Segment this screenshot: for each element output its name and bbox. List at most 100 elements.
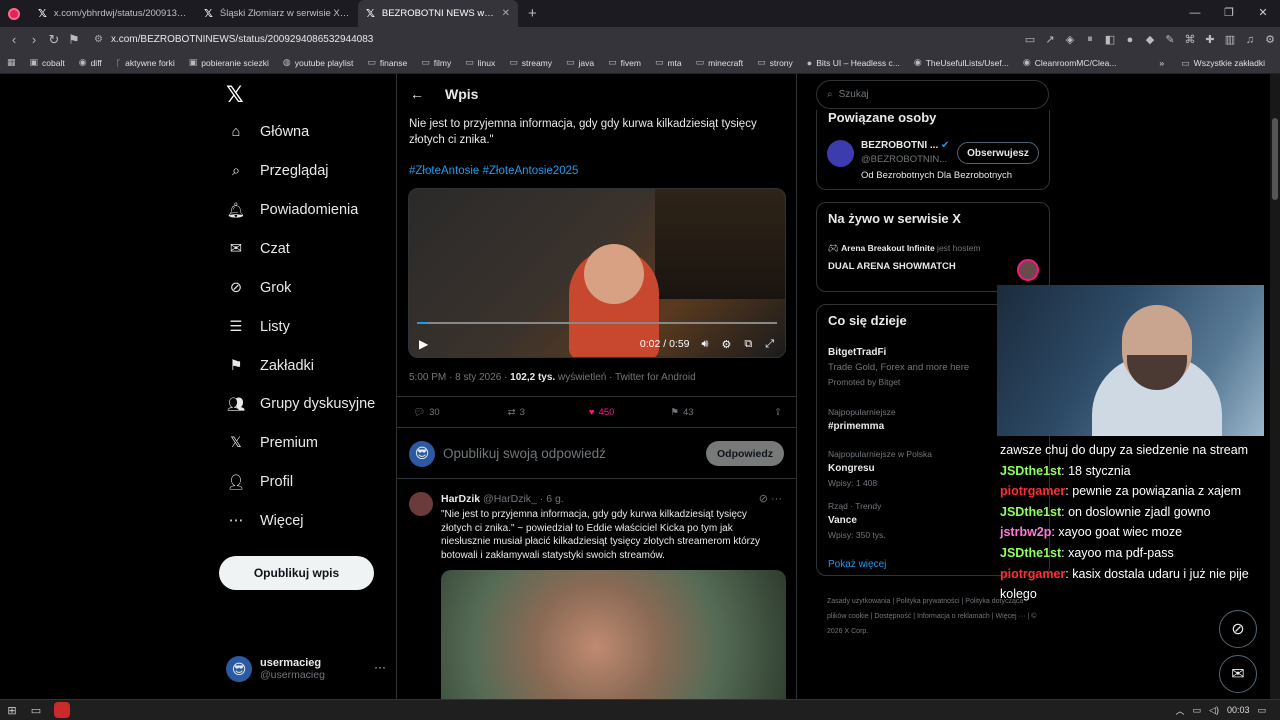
tab-active[interactable]: 𝕏 BEZROBOTNI NEWS w serwisie X ✕	[358, 0, 518, 27]
bookmark-folder[interactable]: ▭ filmy	[414, 57, 458, 68]
video-progress-bar[interactable]	[417, 322, 777, 324]
extension-icon[interactable]: ●	[1124, 34, 1136, 46]
settings-icon[interactable]: ⚙	[721, 338, 731, 351]
extension-icon[interactable]: ◧	[1104, 33, 1116, 46]
new-tab-button[interactable]: +	[528, 5, 537, 22]
network-icon[interactable]: ▭	[1193, 705, 1202, 716]
nav-item-2[interactable]: ⌕ Przeglądaj	[226, 161, 329, 181]
scrollbar-thumb[interactable]	[1272, 118, 1278, 200]
back-icon[interactable]: ‹	[4, 32, 24, 47]
nav-item-7[interactable]: ⚑ Zakładki	[226, 356, 315, 376]
promoted-trend[interactable]: BitgetTradFi Trade Gold, Forex and more …	[828, 347, 969, 387]
avatar[interactable]	[827, 140, 854, 167]
file-explorer-icon[interactable]: ▭	[24, 704, 48, 717]
reload-icon[interactable]: ↻	[44, 32, 64, 48]
reply-button[interactable]: Odpowiedz	[706, 441, 784, 466]
nav-item-10[interactable]: 👤︎ Profil	[226, 472, 293, 492]
bookmark-folder[interactable]: ▭ finanse	[360, 57, 414, 68]
nav-item-4[interactable]: ✉ Czat	[226, 239, 290, 259]
more-icon[interactable]: ···	[374, 660, 386, 674]
bookmark-folder[interactable]: ▭ streamy	[502, 57, 559, 68]
x-logo-icon[interactable]: 𝕏	[226, 82, 244, 108]
browser-taskbar-icon[interactable]	[54, 702, 70, 718]
reply-author[interactable]: HarDzik	[441, 493, 480, 505]
bookmark-item[interactable]: ᚴ aktywne forki	[109, 58, 182, 68]
avatar[interactable]	[409, 492, 433, 516]
footer-link[interactable]: Więcej ···	[996, 613, 1026, 620]
footer-link[interactable]: Dostępność	[874, 613, 911, 620]
minimize-icon[interactable]: —	[1178, 0, 1212, 27]
notification-icon[interactable]: ▭	[1257, 705, 1266, 716]
bookmark-item[interactable]: ◉ CleanroomMC/Clea...	[1016, 57, 1124, 68]
nav-item-11[interactable]: ⋯ Więcej	[226, 511, 304, 531]
repost-action[interactable]: ⇄ 3	[508, 407, 525, 418]
page-scrollbar[interactable]	[1270, 74, 1280, 699]
more-icon[interactable]: ···	[771, 493, 782, 505]
bookmark-folder[interactable]: ▭ mta	[648, 57, 689, 68]
footer-link[interactable]: Zasady użytkowania	[827, 598, 890, 605]
extension-icon[interactable]: ⚙	[1264, 33, 1276, 46]
tray-chevron-icon[interactable]: ︿	[1176, 704, 1185, 717]
messages-fab[interactable]: ✉	[1219, 655, 1257, 693]
sidebar-icon[interactable]: ▥	[1224, 33, 1236, 46]
bookmark-item[interactable]: ▣ cobalt	[23, 57, 72, 68]
restore-icon[interactable]: ❐	[1212, 0, 1246, 27]
trend-item[interactable]: Najpopularniejsze #primemma	[828, 407, 896, 432]
nav-item-5[interactable]: ⊘ Grok	[226, 278, 292, 298]
tab-1[interactable]: 𝕏 x.com/ybhrdwj/status/2009132572750	[30, 0, 196, 27]
search-input[interactable]: ⌕ Szukaj	[816, 80, 1049, 109]
nav-item-3[interactable]: 🔔︎ Powiadomienia	[226, 200, 359, 220]
share-icon[interactable]: ↗	[1044, 33, 1056, 46]
footer-link[interactable]: Informacja o reklamach	[917, 613, 990, 620]
nav-item-6[interactable]: ☰ Listy	[226, 317, 290, 337]
live-host[interactable]: 🎮︎ Arena Breakout Infinite jest hostem	[828, 243, 981, 254]
bookmark-folder[interactable]: ▭ fivem	[601, 57, 648, 68]
bookmark-item[interactable]: ▣ pobieranie sciezki	[182, 57, 276, 68]
close-tab-icon[interactable]: ✕	[502, 8, 510, 19]
follow-button[interactable]: Obserwujesz	[957, 142, 1039, 164]
volume-icon[interactable]: 🔊︎	[702, 338, 709, 351]
nav-item-9[interactable]: 𝕏 Premium	[226, 433, 318, 453]
site-info-icon[interactable]: ⚙	[94, 34, 103, 45]
clock[interactable]: 00:03	[1227, 705, 1250, 715]
trend-item[interactable]: Rząd · Trendy Vance Wpisy: 350 tys.	[828, 501, 886, 540]
music-icon[interactable]: ♫	[1244, 34, 1256, 46]
close-window-icon[interactable]: ✕	[1246, 0, 1280, 27]
hashtags-link[interactable]: #ZłoteAntosie #ZłoteAntosie2025	[409, 165, 578, 177]
extension-icon[interactable]: ◆	[1144, 33, 1156, 46]
live-title[interactable]: DUAL ARENA SHOWMATCH	[828, 261, 956, 272]
bookmark-folder[interactable]: ▭ linux	[458, 57, 502, 68]
url-field[interactable]: ⚙ x.com/BEZROBOTNINEWS/status/2009294086…	[94, 30, 994, 49]
pause-icon[interactable]: ⏸	[1084, 33, 1096, 46]
windows-start-icon[interactable]: ⊞	[0, 704, 24, 717]
play-icon[interactable]: ▶	[419, 337, 428, 351]
bookmark-folder[interactable]: ▭ java	[559, 57, 601, 68]
forward-icon[interactable]: ›	[24, 32, 44, 47]
extension-icon[interactable]: ✎	[1164, 33, 1176, 46]
like-action[interactable]: ♥ 450	[589, 407, 615, 418]
bookmark-item[interactable]: ◉ diff	[72, 57, 109, 68]
bookmark-item[interactable]: ◍ youtube playlist	[276, 57, 360, 68]
footer-link[interactable]: Polityka prywatności	[896, 598, 959, 605]
reader-icon[interactable]: ▭	[1024, 33, 1036, 46]
trend-item[interactable]: Najpopularniejsze w Polska Kongresu Wpis…	[828, 449, 932, 488]
reply-action[interactable]: 💬︎ 30	[413, 407, 440, 418]
puzzle-icon[interactable]: ✚	[1204, 33, 1216, 46]
shield-icon[interactable]: ◈	[1064, 33, 1076, 46]
post-button[interactable]: Opublikuj wpis	[219, 556, 374, 590]
bookmark-folder[interactable]: ▭ strony	[750, 57, 800, 68]
picture-in-picture-icon[interactable]: ⧉	[744, 338, 752, 351]
nav-item-8[interactable]: 👥︎ Grupy dyskusyjne	[226, 394, 375, 414]
related-name[interactable]: BEZROBOTNI ... ✔	[861, 140, 949, 151]
video-player[interactable]: ▶ 0:02 / 0:59 🔊︎ ⚙ ⧉ ⤢	[408, 188, 786, 358]
fullscreen-icon[interactable]: ⤢	[765, 338, 774, 351]
bookmark-item[interactable]: ● Bits UI – Headless c...	[800, 58, 907, 68]
grok-fab[interactable]: ⊘	[1219, 610, 1257, 648]
show-more-link[interactable]: Pokaż więcej	[828, 559, 886, 570]
account-switcher[interactable]: 😎 usermacieg @usermacieg ···	[226, 656, 386, 682]
back-arrow-icon[interactable]: ←	[397, 86, 437, 102]
bookmark-action[interactable]: ⚑ 43	[670, 407, 693, 418]
volume-icon[interactable]: ◁)	[1209, 705, 1219, 716]
reply-media[interactable]	[441, 570, 786, 699]
bookmark-folder[interactable]: ▭ minecraft	[689, 57, 750, 68]
